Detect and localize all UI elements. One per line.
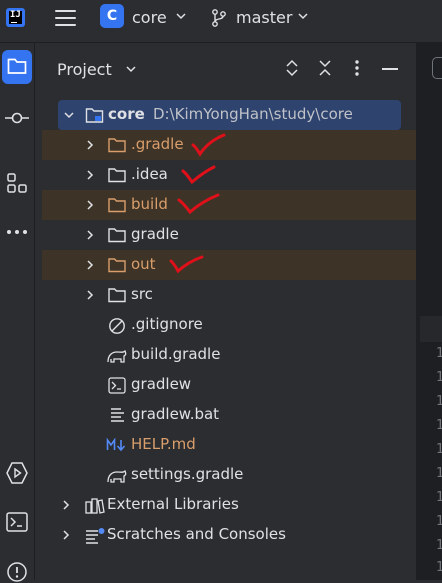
chevron-right-icon[interactable] — [84, 198, 96, 212]
folder-icon — [7, 58, 27, 74]
chevron-down-icon[interactable] — [174, 9, 188, 23]
line-number: 1 — [436, 394, 442, 409]
red-checkmark-annotation — [181, 165, 216, 185]
tree-scratches-consoles[interactable]: Scratches and Consoles — [42, 520, 416, 550]
tree-item-out[interactable]: out — [42, 250, 416, 280]
chevron-right-icon[interactable] — [84, 288, 96, 302]
folder-icon — [108, 168, 126, 183]
structure-icon[interactable] — [6, 172, 28, 194]
main-menu-icon[interactable] — [55, 9, 76, 27]
tree-item-idea[interactable]: .idea — [42, 160, 416, 190]
folder-icon — [108, 288, 126, 303]
run-services-icon[interactable] — [5, 461, 29, 485]
tree-item-label: gradlew — [131, 375, 192, 393]
line-number: 1 — [436, 418, 442, 433]
tree-item-label: .idea — [131, 165, 168, 183]
chevron-right-icon[interactable] — [84, 228, 96, 242]
shell-script-icon — [108, 377, 126, 394]
line-number: 1 — [436, 442, 442, 457]
tree-item-label: settings.gradle — [131, 465, 244, 483]
tree-item-label: .gradle — [131, 135, 184, 153]
editor-tab-icon[interactable] — [432, 57, 442, 79]
intellij-logo-icon[interactable]: IJ — [6, 8, 25, 27]
tree-item-settings-gradle[interactable]: settings.gradle — [42, 460, 416, 490]
text-file-icon — [111, 408, 124, 422]
chevron-right-icon[interactable] — [84, 258, 96, 272]
red-checkmark-annotation — [169, 255, 204, 274]
tree-item-label: out — [131, 255, 156, 273]
hide-panel-icon[interactable] — [382, 68, 398, 70]
line-number: 1 — [436, 346, 442, 361]
excluded-folder-icon — [108, 198, 126, 213]
tree-item-label: .gitignore — [131, 315, 203, 333]
gradle-elephant-icon — [107, 349, 127, 363]
commit-icon[interactable] — [4, 108, 30, 128]
tree-item-src[interactable]: src — [42, 280, 416, 310]
markdown-icon — [106, 437, 126, 452]
chevron-down-icon[interactable] — [62, 110, 76, 122]
tree-item-gradlew[interactable]: gradlew — [42, 370, 416, 400]
line-number: 1 — [436, 490, 442, 505]
expand-all-icon[interactable] — [284, 59, 300, 77]
current-line-highlight — [420, 316, 442, 342]
tree-item-gradle[interactable]: gradle — [42, 220, 416, 250]
module-folder-icon — [85, 108, 104, 123]
gitignore-icon — [109, 318, 125, 334]
line-number: 1 — [436, 514, 442, 529]
tree-root-row[interactable]: core D:\KimYongHan\study\core — [58, 100, 401, 130]
tree-item-label: src — [131, 285, 153, 303]
scratches-icon — [86, 528, 105, 544]
tree-item-label: HELP.md — [131, 435, 196, 453]
chevron-down-icon[interactable] — [296, 9, 310, 23]
vcs-branch-switcher[interactable]: master — [236, 8, 292, 27]
excluded-folder-icon — [108, 138, 126, 153]
root-module-name: core — [108, 105, 145, 123]
red-checkmark-annotation — [177, 193, 220, 215]
line-number: 1 — [436, 560, 442, 575]
tree-item-build[interactable]: build — [42, 190, 416, 220]
library-icon — [85, 498, 105, 514]
tree-item-gradlew-bat[interactable]: gradlew.bat — [42, 400, 416, 430]
root-module-path: D:\KimYongHan\study\core — [153, 105, 353, 123]
tree-item-label: Scratches and Consoles — [107, 525, 286, 543]
tree-item-label: gradle — [131, 225, 179, 243]
git-branch-icon[interactable] — [210, 8, 228, 28]
excluded-folder-icon — [108, 258, 126, 273]
red-checkmark-annotation — [191, 133, 226, 157]
tree-item-label: build.gradle — [131, 345, 221, 363]
chevron-right-icon[interactable] — [60, 528, 72, 542]
tree-item-label: External Libraries — [107, 495, 239, 513]
tree-item-gitignore[interactable]: .gitignore — [42, 310, 416, 340]
line-number: 1 — [436, 538, 442, 553]
folder-icon — [108, 228, 126, 243]
project-tool-button[interactable] — [2, 50, 32, 84]
tree-item-label: build — [131, 195, 168, 213]
gradle-elephant-icon — [107, 469, 127, 483]
tree-external-libraries[interactable]: External Libraries — [42, 490, 416, 520]
options-kebab-icon[interactable] — [354, 59, 360, 77]
collapse-all-icon[interactable] — [317, 59, 333, 77]
tree-item-build-gradle[interactable]: build.gradle — [42, 340, 416, 370]
chevron-right-icon[interactable] — [60, 498, 72, 512]
tree-item-gradle-cache[interactable]: .gradle — [42, 130, 416, 160]
line-number: 1 — [436, 466, 442, 481]
tree-item-help-md[interactable]: HELP.md — [42, 430, 416, 460]
tree-item-label: gradlew.bat — [131, 405, 220, 423]
chevron-right-icon[interactable] — [84, 168, 96, 182]
terminal-icon[interactable] — [6, 512, 28, 532]
project-switcher[interactable]: core — [132, 8, 167, 27]
project-badge[interactable]: C — [100, 4, 124, 28]
chevron-down-icon[interactable] — [124, 62, 138, 76]
line-number: 1 — [436, 370, 442, 385]
project-panel-title[interactable]: Project — [57, 60, 112, 79]
chevron-right-icon[interactable] — [84, 138, 96, 152]
more-tools-icon[interactable] — [5, 228, 29, 236]
